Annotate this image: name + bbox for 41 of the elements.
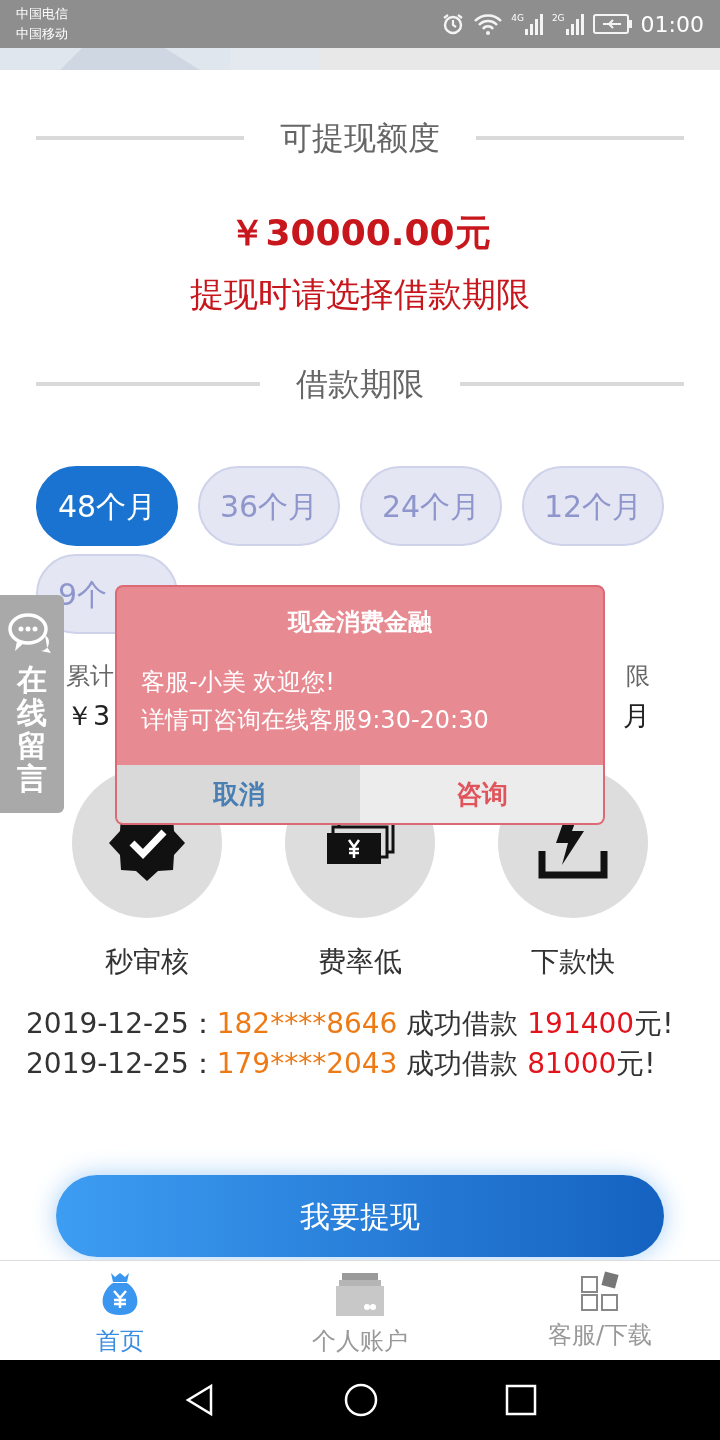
clock-time: 01:00 <box>640 10 704 39</box>
carrier-name: 中国电信 <box>16 5 68 23</box>
carrier-name: 中国移动 <box>16 25 68 43</box>
section-heading: 借款期限 <box>296 364 424 405</box>
signal-icon <box>523 12 544 36</box>
wallet-icon <box>336 1271 384 1317</box>
term-pill[interactable]: 48个月 <box>36 466 178 546</box>
term-pill[interactable]: 24个月 <box>360 466 502 546</box>
ticker-message: 2019-12-25：182****8646 成功借款 191400元! <box>26 1006 675 1042</box>
tab-bar-item[interactable]: 客服/下载 <box>480 1261 720 1360</box>
summary-label: 限 <box>626 661 650 692</box>
dialog-message: 详情可咨询在线客服9:30-20:30 <box>140 705 490 736</box>
withdraw-button[interactable]: 我要提现 <box>56 1175 664 1257</box>
apps-grid-icon <box>580 1271 620 1311</box>
hint-text: 提现时请选择借款期限 <box>190 273 530 316</box>
amount-text: ￥30000.00元 <box>229 211 491 255</box>
side-tab[interactable]: 在线留言 <box>0 595 64 813</box>
network-label: 4G <box>511 12 524 25</box>
tab-bar-item[interactable]: 个人账户 <box>240 1261 480 1360</box>
summary-value: 月 <box>623 699 650 733</box>
dialog-button[interactable]: 咨询 <box>360 765 603 823</box>
signal-icon <box>564 12 585 36</box>
side-tab-label: 在线留言 <box>17 663 47 795</box>
section-heading: 可提现额度 <box>280 118 440 159</box>
term-pill[interactable]: 12个月 <box>522 466 664 546</box>
wifi-icon <box>473 12 504 36</box>
dialog-button[interactable]: 取消 <box>117 765 360 823</box>
dialog-title: 现金消费金融 <box>288 608 432 636</box>
ticker-message: 2019-12-25：179****2043 成功借款 81000元! <box>26 1046 657 1082</box>
tab-bar-item[interactable]: 首页 <box>0 1261 240 1360</box>
network-label: 2G <box>551 12 565 25</box>
recents-icon[interactable] <box>505 1384 537 1416</box>
feature-label: 下款快 <box>531 944 616 980</box>
term-pill[interactable]: 36个月 <box>198 466 340 546</box>
summary-label: 累计 <box>66 661 114 692</box>
battery-icon <box>592 13 633 35</box>
dialog-message: 客服-小美 欢迎您! <box>140 667 336 698</box>
feature-label: 秒审核 <box>104 944 189 980</box>
home-icon[interactable] <box>343 1382 379 1418</box>
summary-value: ￥3 <box>66 699 111 733</box>
feature-label: 费率低 <box>318 944 402 980</box>
